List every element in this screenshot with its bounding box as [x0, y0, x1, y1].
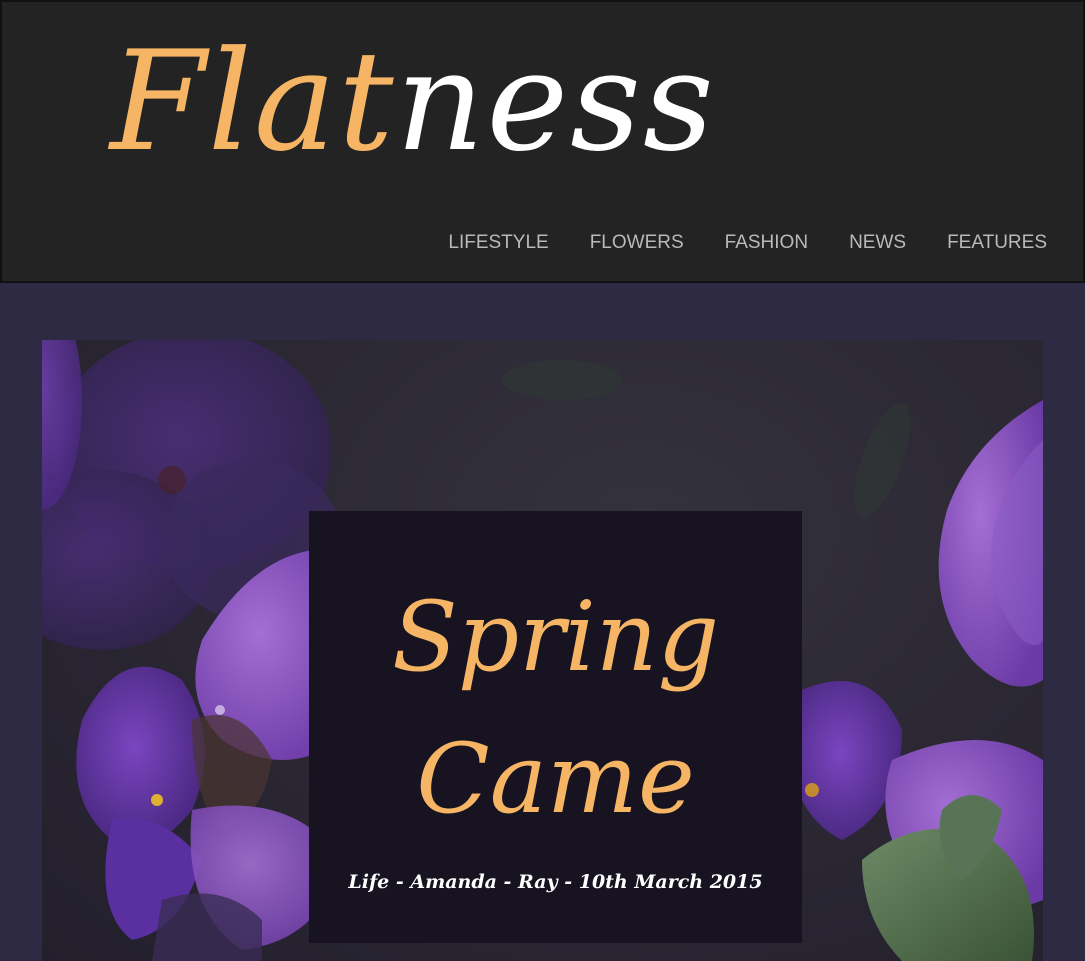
site-header: Flatness LIFESTYLE FLOWERS FASHION NEWS …	[0, 0, 1085, 283]
nav-item-news[interactable]: NEWS	[849, 232, 906, 254]
site-logo[interactable]: Flatness	[110, 22, 716, 182]
logo-rest-text: ness	[395, 21, 716, 182]
feature-title-line1: Spring	[391, 581, 720, 693]
hero-image[interactable]: Spring Came Life - Amanda - Ray - 10th M…	[42, 340, 1043, 961]
feature-title-line2: Came	[416, 723, 695, 835]
nav-item-lifestyle[interactable]: LIFESTYLE	[448, 232, 548, 254]
main-nav: LIFESTYLE FLOWERS FASHION NEWS FEATURES	[397, 232, 1047, 254]
logo-accent-text: Flat	[110, 21, 396, 182]
nav-item-flowers[interactable]: FLOWERS	[590, 232, 684, 254]
feature-meta: Life - Amanda - Ray - 10th March 2015	[348, 871, 763, 893]
feature-title: Spring Came	[309, 566, 802, 850]
nav-item-fashion[interactable]: FASHION	[725, 232, 808, 254]
nav-item-features[interactable]: FEATURES	[947, 232, 1047, 254]
feature-card[interactable]: Spring Came Life - Amanda - Ray - 10th M…	[309, 511, 802, 943]
main-content: Spring Came Life - Amanda - Ray - 10th M…	[0, 283, 1085, 961]
